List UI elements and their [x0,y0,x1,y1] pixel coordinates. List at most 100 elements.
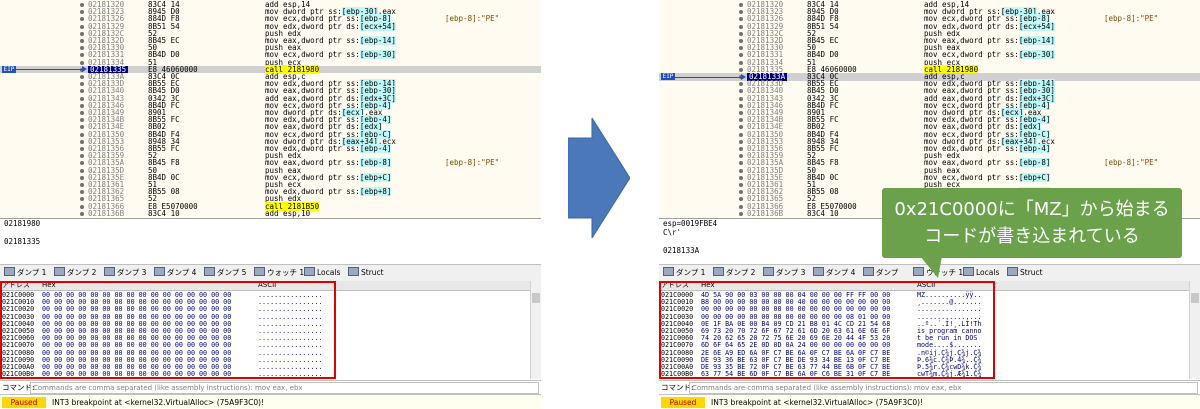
breakpoint-dot-icon[interactable] [739,118,743,123]
breakpoint-dot-icon[interactable] [80,204,84,209]
tab-label: ダンプ 3 [117,268,147,277]
disassembly-view[interactable]: 02181320 83C4 14 add esp,14 02181323 8945 D0… [0,0,541,218]
breakpoint-dot-icon[interactable] [80,17,84,22]
tab-ダンプ-2[interactable]: ダンプ 2 [54,267,96,279]
breakpoint-dot-icon[interactable] [739,17,743,22]
breakpoint-dot-icon[interactable] [739,125,743,130]
breakpoint-dot-icon[interactable] [739,168,743,173]
breakpoint-dot-icon[interactable] [80,103,84,108]
breakpoint-dot-icon[interactable] [739,60,743,65]
breakpoint-dot-icon[interactable] [80,197,84,202]
tab-ダンプ-3[interactable]: ダンプ 3 [763,267,805,279]
locals-icon [304,267,315,276]
breakpoint-dot-icon[interactable] [739,197,743,202]
tab-struct[interactable]: Struct [1007,267,1043,279]
breakpoint-dot-icon[interactable] [80,161,84,166]
breakpoint-dot-icon[interactable] [739,132,743,137]
scrollbar-thumb[interactable] [532,293,540,303]
highlight-box [0,281,336,379]
instruction-bytes: 83C4 10 [148,208,180,218]
tab-ダンプ-4[interactable]: ダンプ 4 [154,267,196,279]
breakpoint-dot-icon[interactable] [80,118,84,123]
command-bar: コマンド: Commands are comma separated (like… [659,380,1200,394]
struct-icon [1007,267,1018,276]
scrollbar-thumb[interactable] [1191,293,1199,303]
breakpoint-dot-icon[interactable] [739,24,743,29]
disassembly-view[interactable]: 02181320 83C4 14 add esp,14 02181323 8945 D0… [659,0,1200,218]
breakpoint-dot-icon[interactable] [739,190,743,195]
breakpoint-dot-icon[interactable] [739,211,743,216]
breakpoint-dot-icon[interactable] [80,39,84,43]
breakpoint-dot-icon[interactable] [739,53,743,58]
breakpoint-dot-icon[interactable] [739,183,743,187]
breakpoint-dot-icon[interactable] [80,24,84,29]
command-input[interactable]: Commands are comma separated (like assem… [30,382,539,394]
breakpoint-dot-icon[interactable] [739,67,743,72]
tab-ダンプ-1[interactable]: ダンプ 1 [663,267,705,279]
tab-locals[interactable]: Locals [963,267,999,279]
breakpoint-dot-icon[interactable] [80,82,84,87]
breakpoint-dot-icon[interactable] [80,132,84,137]
tab-ダンプ-5[interactable]: ダンプ 5 [204,267,246,279]
breakpoint-dot-icon[interactable] [80,125,84,130]
breakpoint-dot-icon[interactable] [80,60,84,65]
breakpoint-dot-icon[interactable] [80,175,84,180]
instruction-text: add esp,10 [265,208,311,218]
dump-scrollbar[interactable] [1189,281,1200,379]
breakpoint-dot-icon[interactable] [739,175,743,180]
tab-ダンプ[interactable]: ダンプ [863,267,898,279]
paused-badge: Paused [661,397,705,408]
transition-arrow-icon [568,118,630,238]
breakpoint-dot-icon[interactable] [739,46,743,51]
breakpoint-dot-icon[interactable] [80,154,84,159]
tab-label: Locals [317,268,341,277]
tab-ダンプ-3[interactable]: ダンプ 3 [104,267,146,279]
breakpoint-dot-icon[interactable] [80,89,84,94]
breakpoint-dot-icon[interactable] [80,183,84,187]
breakpoint-dot-icon[interactable] [739,82,743,87]
breakpoint-dot-icon[interactable] [80,211,84,216]
breakpoint-dot-icon[interactable] [80,147,84,151]
breakpoint-dot-icon[interactable] [80,168,84,173]
breakpoint-dot-icon[interactable] [80,31,84,36]
breakpoint-dot-icon[interactable] [80,75,84,79]
eip-marker: EIP [2,65,16,73]
tab-locals[interactable]: Locals [304,267,340,279]
breakpoint-dot-icon[interactable] [80,10,84,15]
breakpoint-dot-icon[interactable] [739,103,743,108]
breakpoint-dot-icon[interactable] [739,161,743,166]
breakpoint-dot-icon[interactable] [739,89,743,94]
tab-ウォッチ-1[interactable]: ウォッチ 1 [254,267,304,279]
status-bar: Paused INT3 breakpoint at <kernel32.Virt… [659,394,1200,409]
tab-label: ダンプ 1 [676,268,706,277]
tab-struct[interactable]: Struct [348,267,384,279]
breakpoint-dot-icon[interactable] [80,53,84,58]
breakpoint-dot-icon[interactable] [80,190,84,195]
tab-label: ウォッチ 1 [267,268,305,277]
breakpoint-dot-icon[interactable] [80,111,84,115]
breakpoint-dot-icon[interactable] [739,204,743,209]
tab-ダンプ-4[interactable]: ダンプ 4 [813,267,855,279]
disasm-row[interactable]: 0218136B 83C4 10 add esp,10 [0,210,541,218]
tab-label: ダンプ 1 [17,268,47,277]
breakpoint-dot-icon[interactable] [739,111,743,115]
command-input[interactable]: Commands are comma separated (like assem… [689,382,1198,394]
breakpoint-dot-icon[interactable] [739,139,743,144]
breakpoint-dot-icon[interactable] [80,46,84,51]
breakpoint-dot-icon[interactable] [739,96,743,101]
breakpoint-dot-icon[interactable] [80,96,84,101]
breakpoint-dot-icon[interactable] [739,10,743,15]
breakpoint-dot-icon[interactable] [739,31,743,36]
breakpoint-dot-icon[interactable] [80,3,84,7]
breakpoint-dot-icon[interactable] [739,39,743,43]
breakpoint-dot-icon[interactable] [80,139,84,144]
breakpoint-dot-icon[interactable] [739,154,743,159]
tab-ダンプ-1[interactable]: ダンプ 1 [4,267,46,279]
breakpoint-dot-icon[interactable] [739,147,743,151]
tab-ダンプ-2[interactable]: ダンプ 2 [713,267,755,279]
eip-marker: EIP [661,73,675,80]
status-bar: Paused INT3 breakpoint at <kernel32.Virt… [0,394,541,409]
dump-scrollbar[interactable] [530,281,541,379]
breakpoint-dot-icon[interactable] [739,3,743,7]
paused-badge: Paused [2,397,46,408]
